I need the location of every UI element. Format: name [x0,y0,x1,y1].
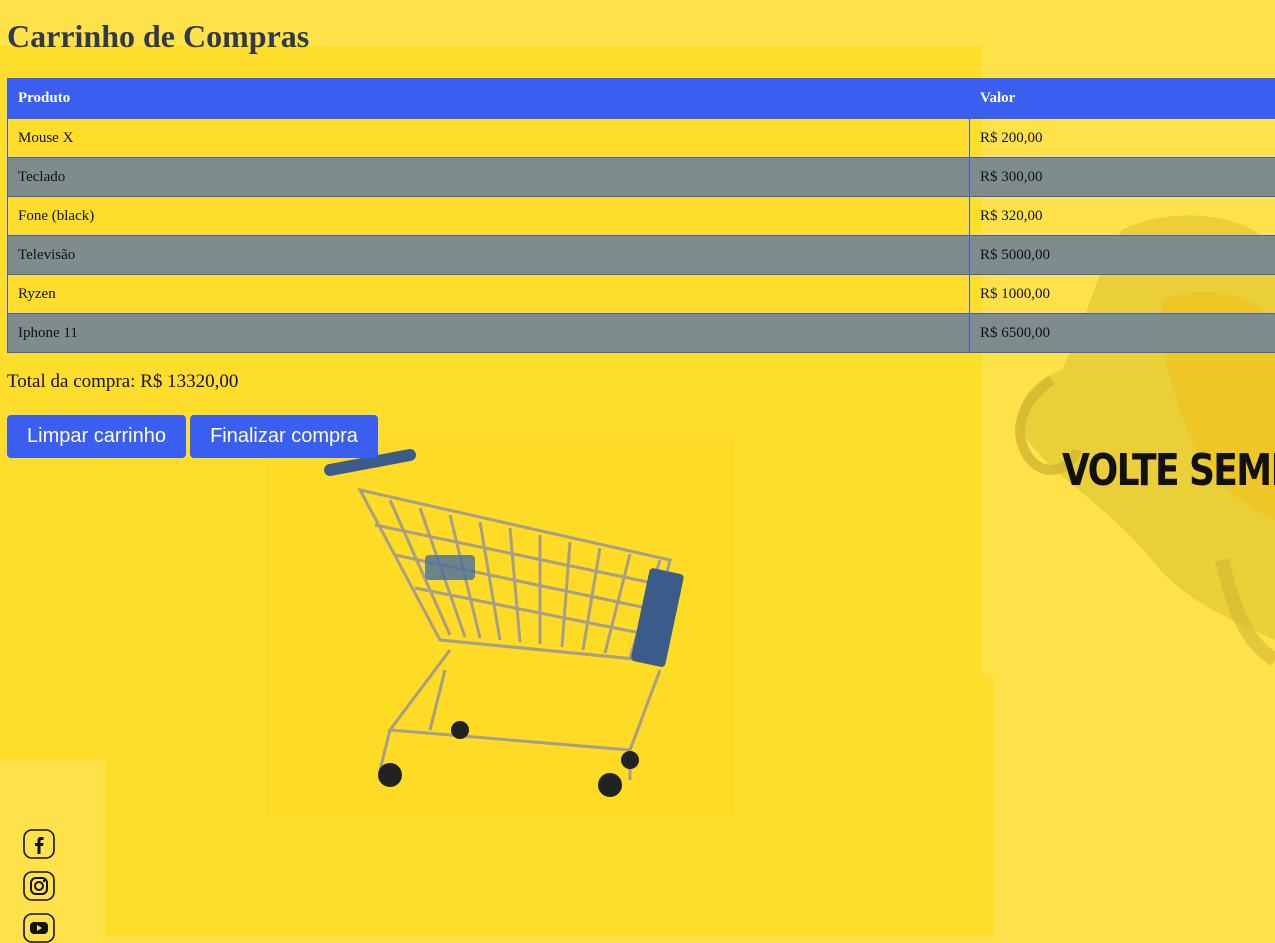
value-cell: R$ 5000,00 [970,236,1275,275]
cart-table: Produto Valor Mouse X R$ 200,00 Teclado … [7,78,1275,353]
table-row: Televisão R$ 5000,00 [8,236,1275,275]
table-header-row: Produto Valor [8,79,1275,119]
shopping-cart-icon [300,430,700,810]
value-cell: R$ 320,00 [970,197,1275,236]
clear-cart-button[interactable]: Limpar carrinho [7,415,186,458]
banner-text: VOLTE SEMP [1062,445,1275,496]
column-header-value: Valor [970,79,1275,119]
table-row: Ryzen R$ 1000,00 [8,275,1275,314]
cart-total: Total da compra: R$ 13320,00 [7,371,238,393]
value-cell: R$ 200,00 [970,119,1275,158]
instagram-icon[interactable] [23,871,55,901]
table-row: Mouse X R$ 200,00 [8,119,1275,158]
youtube-icon[interactable] [23,913,55,943]
product-cell: Mouse X [8,119,970,158]
product-cell: Fone (black) [8,197,970,236]
value-cell: R$ 300,00 [970,158,1275,197]
facebook-icon[interactable] [23,829,55,859]
checkout-button[interactable]: Finalizar compra [190,415,378,458]
product-cell: Iphone 11 [8,314,970,353]
product-cell: Ryzen [8,275,970,314]
table-row: Iphone 11 R$ 6500,00 [8,314,1275,353]
table-row: Teclado R$ 300,00 [8,158,1275,197]
column-header-product: Produto [8,79,970,119]
value-cell: R$ 6500,00 [970,314,1275,353]
page-title: Carrinho de Compras [7,18,309,55]
table-row: Fone (black) R$ 320,00 [8,197,1275,236]
value-cell: R$ 1000,00 [970,275,1275,314]
product-cell: Teclado [8,158,970,197]
product-cell: Televisão [8,236,970,275]
